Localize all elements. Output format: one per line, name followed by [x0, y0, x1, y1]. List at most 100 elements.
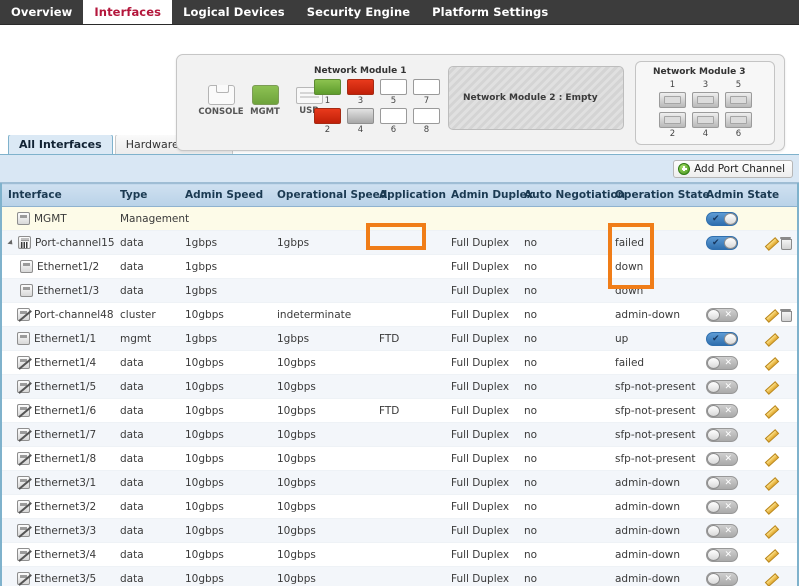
admin-state-toggle-on[interactable]: ✔ — [706, 235, 738, 250]
toggle-knob — [707, 380, 720, 393]
edit-pencil-icon[interactable] — [764, 477, 776, 489]
nav-tab-interfaces[interactable]: Interfaces — [83, 0, 173, 24]
edit-pencil-icon[interactable] — [764, 333, 776, 345]
network-module-2: Network Module 2 : Empty — [448, 66, 624, 130]
nav-tab-logical-devices[interactable]: Logical Devices — [172, 0, 296, 24]
row-actions — [764, 237, 792, 250]
table-row[interactable]: Ethernet1/6 data 10gbps 10gbps FTD Full Duple… — [0, 398, 799, 423]
nm3-port-3[interactable] — [692, 92, 719, 108]
nm1-port-6[interactable] — [380, 108, 407, 124]
admin-state-toggle-off[interactable]: ✕ — [706, 475, 738, 490]
edit-pencil-icon[interactable] — [764, 405, 776, 417]
interface-name: Ethernet1/2 — [37, 260, 100, 273]
cell-interface: Port-channel15 — [0, 230, 115, 255]
table-row[interactable]: Ethernet1/2 data 1gbps Full Duplex no down — [0, 254, 799, 279]
nm3-port-4[interactable] — [692, 112, 719, 128]
nm1-port-5[interactable] — [380, 79, 407, 95]
admin-state-toggle-off[interactable]: ✕ — [706, 355, 738, 370]
cell-auto-negotiation: no — [516, 446, 607, 471]
column-header-admin-duplex[interactable]: Admin Duplex — [443, 183, 534, 207]
admin-state-toggle-off[interactable]: ✕ — [706, 307, 738, 322]
edit-pencil-icon[interactable] — [764, 453, 776, 465]
nm3-port-2[interactable] — [659, 112, 686, 128]
table-row[interactable]: Ethernet1/4 data 10gbps 10gbps Full Duplex no… — [0, 350, 799, 375]
cell-interface: Ethernet1/3 — [0, 278, 112, 303]
cell-type: Management — [112, 206, 189, 231]
edit-pencil-icon[interactable] — [764, 357, 776, 369]
nm1-port-7[interactable] — [413, 79, 440, 95]
table-row[interactable]: Ethernet3/1 data 10gbps 10gbps Full Duplex no… — [0, 470, 799, 495]
interface-cell-content: Ethernet1/2 — [0, 260, 112, 273]
edit-pencil-icon[interactable] — [764, 525, 776, 537]
table-row[interactable]: Ethernet3/4 data 10gbps 10gbps Full Duplex no… — [0, 542, 799, 567]
table-row[interactable]: Ethernet3/3 data 10gbps 10gbps Full Duplex no… — [0, 518, 799, 543]
admin-state-toggle-off[interactable]: ✕ — [706, 379, 738, 394]
cell-auto-negotiation: no — [516, 422, 607, 447]
column-header-admin-state[interactable]: Admin State — [698, 183, 799, 207]
table-row[interactable]: Ethernet3/2 data 10gbps 10gbps Full Duplex no… — [0, 494, 799, 519]
table-row[interactable]: Port-channel48 cluster 10gbps indeterminate… — [0, 302, 799, 327]
table-row[interactable]: Ethernet1/3 data 1gbps Full Duplex no down — [0, 278, 799, 303]
column-header-interface[interactable]: Interface — [0, 183, 112, 207]
edit-pencil-icon[interactable] — [764, 429, 776, 441]
cell-operation-state: admin-down — [607, 302, 698, 327]
network-module-1-top-numbers: 1 3 5 7 — [314, 96, 440, 106]
cell-admin-duplex: Full Duplex — [443, 518, 516, 543]
toggle-knob — [707, 428, 720, 441]
nav-tab-security-engine[interactable]: Security Engine — [296, 0, 421, 24]
cross-icon: ✕ — [724, 573, 732, 584]
nic-disabled-icon — [17, 572, 30, 585]
admin-state-toggle-on[interactable]: ✔ — [706, 211, 738, 226]
column-header-operational-speed[interactable]: Operational Speed — [269, 183, 387, 207]
cell-admin-state: ✔ — [698, 206, 799, 231]
table-row[interactable]: Ethernet3/5 data 10gbps 10gbps Full Duplex no… — [0, 566, 799, 586]
admin-state-toggle-off[interactable]: ✕ — [706, 499, 738, 514]
subtab-all-interfaces[interactable]: All Interfaces — [8, 134, 113, 154]
interfaces-table-area: Interface Type Admin Speed Operational Spee… — [0, 183, 799, 586]
edit-pencil-icon[interactable] — [764, 549, 776, 561]
column-header-operation-state[interactable]: Operation State — [607, 183, 710, 207]
nm3-port-6[interactable] — [725, 112, 752, 128]
nm1-port-3[interactable] — [347, 79, 374, 95]
column-header-type[interactable]: Type — [112, 183, 177, 207]
check-icon: ✔ — [712, 213, 720, 224]
edit-pencil-icon[interactable] — [764, 501, 776, 513]
table-row[interactable]: Ethernet1/7 data 10gbps 10gbps Full Duplex no… — [0, 422, 799, 447]
toggle-knob — [707, 452, 720, 465]
nm1-port-8[interactable] — [413, 108, 440, 124]
table-row[interactable]: Port-channel15 data 1gbps 1gbps Full Duplex n… — [0, 230, 799, 255]
table-row[interactable]: Ethernet1/1 mgmt 1gbps 1gbps FTD Full Duplex n… — [0, 326, 799, 351]
admin-state-toggle-on[interactable]: ✔ — [706, 331, 738, 346]
table-row[interactable]: MGMT Management ✔ — [0, 206, 799, 231]
column-header-auto-negotiation[interactable]: Auto Negotiation — [516, 183, 625, 207]
nav-tab-platform-settings[interactable]: Platform Settings — [421, 0, 559, 24]
delete-trash-icon[interactable] — [780, 237, 792, 250]
admin-state-toggle-off[interactable]: ✕ — [706, 451, 738, 466]
cell-admin-state: ✕ — [698, 398, 799, 423]
nm3-port-1[interactable] — [659, 92, 686, 108]
admin-state-toggle-off[interactable]: ✕ — [706, 571, 738, 586]
table-row[interactable]: Ethernet1/8 data 10gbps 10gbps Full Duplex no… — [0, 446, 799, 471]
nm3-port-5[interactable] — [725, 92, 752, 108]
nm1-port-4[interactable] — [347, 108, 374, 124]
column-header-admin-speed[interactable]: Admin Speed — [177, 183, 269, 207]
nm1-port-1[interactable] — [314, 79, 341, 95]
admin-state-toggle-off[interactable]: ✕ — [706, 403, 738, 418]
add-port-channel-button[interactable]: Add Port Channel — [673, 159, 793, 178]
edit-pencil-icon[interactable] — [764, 237, 776, 249]
column-header-application[interactable]: Application — [371, 183, 446, 207]
edit-pencil-icon[interactable] — [764, 381, 776, 393]
admin-state-toggle-off[interactable]: ✕ — [706, 427, 738, 442]
admin-state-toggle-off[interactable]: ✕ — [706, 523, 738, 538]
cell-operation-state: sfp-not-present — [607, 422, 698, 447]
nm1-port-2[interactable] — [314, 108, 341, 124]
expand-collapse-icon[interactable] — [7, 238, 15, 247]
cell-interface: MGMT — [0, 206, 112, 231]
nav-tab-overview[interactable]: Overview — [0, 0, 83, 24]
edit-pencil-icon[interactable] — [764, 309, 776, 321]
table-row[interactable]: Ethernet1/5 data 10gbps 10gbps Full Duplex no… — [0, 374, 799, 399]
admin-state-toggle-off[interactable]: ✕ — [706, 547, 738, 562]
edit-pencil-icon[interactable] — [764, 573, 776, 585]
cell-type: data — [112, 518, 177, 543]
delete-trash-icon[interactable] — [780, 309, 792, 322]
